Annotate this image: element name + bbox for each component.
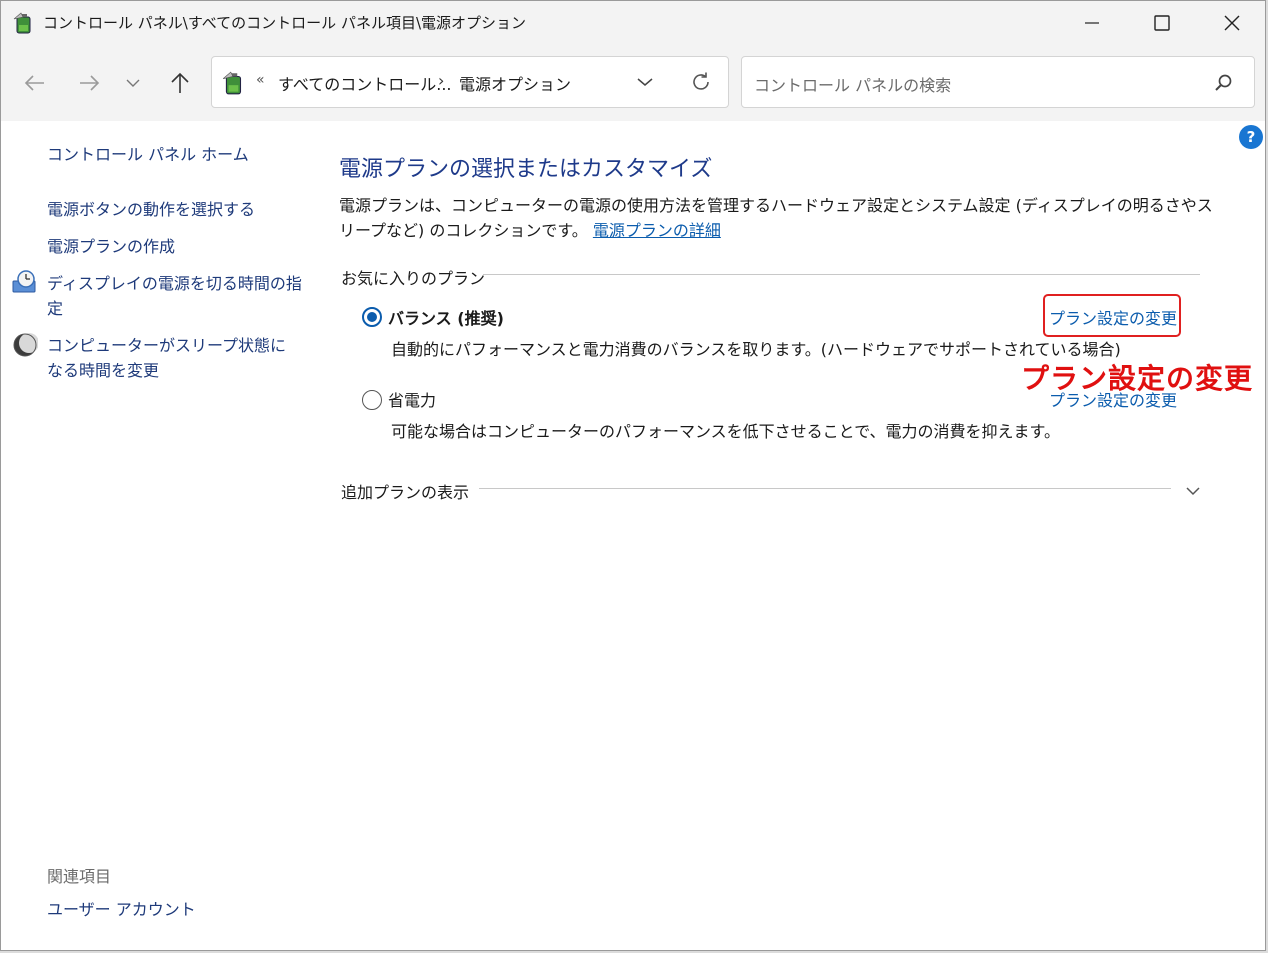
plan-radio-power-saver[interactable] [362,390,382,410]
arrow-right-icon [80,75,100,91]
page-description: 電源プランは、コンピューターの電源の使用方法を管理するハードウェア設定とシステム… [339,193,1219,243]
breadcrumb-all-items[interactable]: すべてのコントロール... [278,71,452,95]
breadcrumb-separator[interactable]: › [438,71,444,90]
sidebar-item-display-off-time[interactable]: ディスプレイの電源を切る時間の指定 [47,271,302,321]
arrow-up-icon [171,72,189,93]
back-button[interactable] [19,69,51,97]
user-accounts-link[interactable]: ユーザー アカウント [47,897,196,922]
favorites-group-label: お気に入りのプラン [341,269,486,288]
additional-plans-label[interactable]: 追加プランの表示 [341,479,469,503]
maximize-icon [1154,15,1170,31]
minimize-icon [1085,22,1099,24]
sidebar-item-power-button[interactable]: 電源ボタンの動作を選択する [47,197,255,222]
sidebar-item-create-plan[interactable]: 電源プランの作成 [47,234,175,259]
address-overflow[interactable]: « [256,72,265,88]
breadcrumb-power-options[interactable]: 電源オプション [459,71,571,95]
display-clock-icon [12,270,36,293]
title-bar: コントロール パネル\すべてのコントロール パネル項目\電源オプション [1,1,1265,45]
search-icon[interactable] [1214,73,1234,93]
recent-locations-button[interactable] [117,69,149,97]
description-text: 電源プランは、コンピューターの電源の使用方法を管理するハードウェア設定とシステム… [339,196,1213,240]
power-plan-details-link[interactable]: 電源プランの詳細 [593,221,721,240]
minimize-button[interactable] [1057,1,1127,45]
page-title: 電源プランの選択またはカスタマイズ [339,157,713,182]
chevron-down-icon [1186,487,1200,496]
address-bar[interactable]: « すべてのコントロール... › 電源オプション [211,56,729,108]
refresh-button[interactable] [688,69,714,95]
related-heading: 関連項目 [47,867,112,886]
expand-additional-plans-button[interactable] [1181,479,1205,503]
favorites-divider [483,274,1200,275]
help-icon[interactable]: ? [1239,125,1263,149]
sidebar-item-sleep-time[interactable]: コンピューターがスリープ状態になる時間を変更 [47,333,302,383]
maximize-button[interactable] [1127,1,1197,45]
plan-name-balanced[interactable]: バランス (推奨) [388,305,504,329]
window-title: コントロール パネル\すべてのコントロール パネル項目\電源オプション [43,14,526,32]
moon-sleep-icon [13,333,38,357]
additional-plans-divider [479,488,1171,489]
chevron-down-icon [637,78,653,86]
plan-name-power-saver[interactable]: 省電力 [388,387,436,411]
sidebar-home-link[interactable]: コントロール パネル ホーム [47,142,249,167]
address-dropdown-button[interactable] [632,69,658,95]
power-options-battery-icon [13,12,31,34]
arrow-left-icon [24,75,44,91]
control-panel-window: コントロール パネル\すべてのコントロール パネル項目\電源オプション « すべ… [0,0,1266,951]
navigation-bar: « すべてのコントロール... › 電源オプション コントロール パネルの検索 [1,45,1265,121]
search-input[interactable]: コントロール パネルの検索 [754,72,951,96]
chevron-down-icon [126,79,140,87]
forward-button[interactable] [73,69,105,97]
close-icon [1224,15,1240,31]
up-button[interactable] [164,69,196,97]
power-options-battery-icon [222,71,242,95]
change-plan-settings-link-power-saver[interactable]: プラン設定の変更 [1049,387,1177,411]
plan-radio-balanced[interactable] [362,307,382,327]
refresh-icon [693,72,709,90]
plan-description-balanced: 自動的にパフォーマンスと電力消費のバランスを取ります。(ハードウェアでサポートさ… [391,340,1121,359]
highlight-box [1043,294,1181,337]
search-box[interactable]: コントロール パネルの検索 [741,56,1255,108]
plan-description-power-saver: 可能な場合はコンピューターのパフォーマンスを低下させることで、電力の消費を抑えま… [391,422,1060,441]
close-button[interactable] [1197,1,1265,45]
